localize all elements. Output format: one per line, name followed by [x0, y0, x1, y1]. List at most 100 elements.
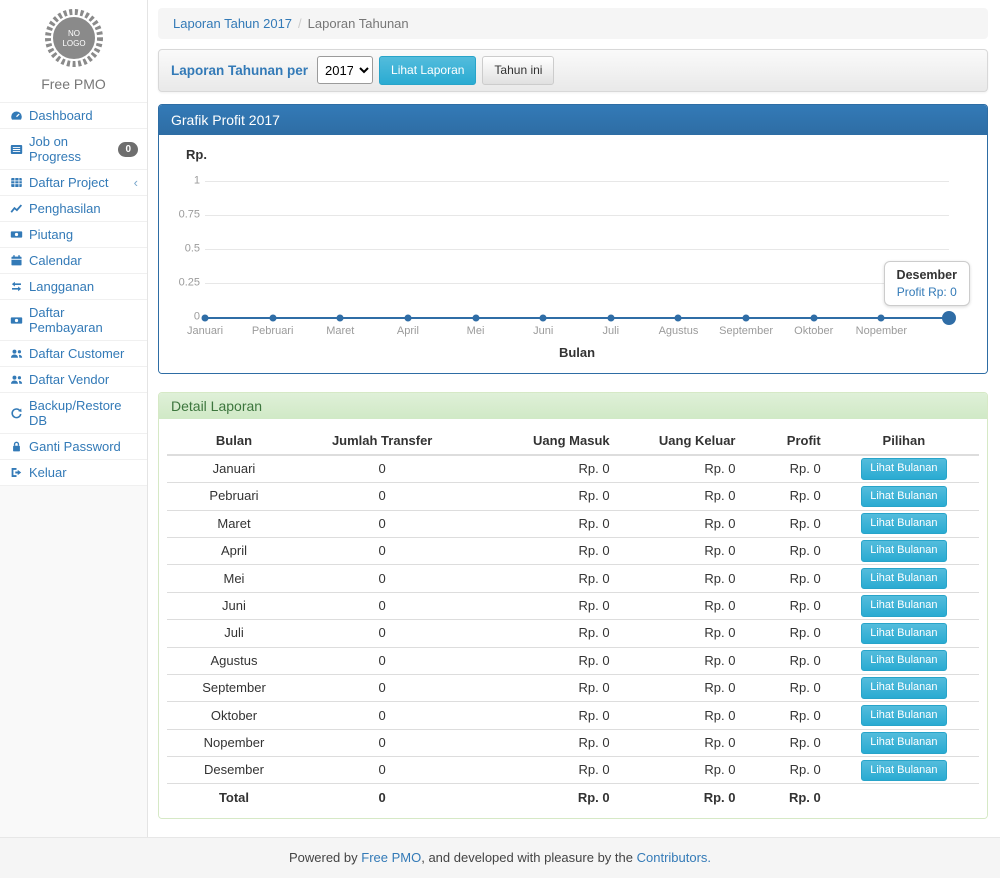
cell-uang-keluar: Rp. 0 [618, 510, 744, 537]
tahun-ini-button[interactable]: Tahun ini [482, 56, 554, 85]
page-footer: Powered by Free PMO, and developed with … [0, 837, 1000, 878]
sidebar-item-daftar-vendor[interactable]: Daftar Vendor [0, 367, 147, 393]
chart-tooltip: Desember Profit Rp: 0 [884, 261, 970, 306]
sidebar-item-langganan[interactable]: Langganan [0, 274, 147, 300]
chart-point-nopember[interactable] [878, 314, 885, 321]
tooltip-title: Desember [897, 268, 957, 282]
chart-point-mei[interactable] [472, 314, 479, 321]
footer-brand-link[interactable]: Free PMO [361, 850, 421, 865]
cell-profit: Rp. 0 [743, 483, 828, 510]
cell-jumlah-transfer: 0 [301, 510, 463, 537]
chart-point-pebruari[interactable] [269, 314, 276, 321]
lihat-bulanan-button[interactable]: Lihat Bulanan [861, 595, 946, 616]
cell-uang-masuk: Rp. 0 [463, 592, 617, 619]
table-row: Desember0Rp. 0Rp. 0Rp. 0Lihat Bulanan [167, 757, 979, 784]
sidebar-item-label: Daftar Vendor [29, 372, 109, 387]
chart-point-maret[interactable] [337, 314, 344, 321]
cell-uang-masuk: Rp. 0 [463, 674, 617, 701]
gridline [205, 215, 949, 216]
lihat-bulanan-button[interactable]: Lihat Bulanan [861, 568, 946, 589]
chart-body: Rp. 1 0.75 0.5 0.25 0 [159, 135, 987, 373]
cell-jumlah-transfer: 0 [301, 592, 463, 619]
report-filter-panel: Laporan Tahunan per 2017 Lihat Laporan T… [158, 49, 988, 92]
lihat-bulanan-button[interactable]: Lihat Bulanan [861, 458, 946, 479]
x-tick-label: Pebruari [252, 325, 294, 337]
breadcrumb-parent-link[interactable]: Laporan Tahun 2017 [173, 16, 292, 31]
cell-bulan: September [167, 674, 301, 701]
year-select[interactable]: 2017 [317, 56, 373, 84]
sidebar-item-backup-restore[interactable]: Backup/Restore DB [0, 393, 147, 434]
table-total-row: Total0Rp. 0Rp. 0Rp. 0 [167, 784, 979, 810]
page: NO LOGO Free PMO Dashboard Job on Progre… [0, 0, 1000, 837]
sidebar-item-label: Piutang [29, 227, 73, 242]
x-axis-labels: Januari Pebruari Maret April Mei Juni Ju… [205, 325, 949, 339]
cell-bulan: Januari [167, 455, 301, 483]
total-jumlah-transfer: 0 [301, 784, 463, 810]
calendar-icon [9, 254, 23, 268]
sidebar-item-dashboard[interactable]: Dashboard [0, 103, 147, 129]
col-header-jumlah-transfer: Jumlah Transfer [301, 427, 463, 455]
lihat-bulanan-button[interactable]: Lihat Bulanan [861, 486, 946, 507]
x-tick-label: Oktober [794, 325, 833, 337]
sidebar-item-job-on-progress[interactable]: Job on Progress 0 [0, 129, 147, 170]
sidebar-item-daftar-project[interactable]: Daftar Project ‹ [0, 170, 147, 196]
x-tick-label: Juli [603, 325, 620, 337]
cell-uang-masuk: Rp. 0 [463, 483, 617, 510]
lihat-bulanan-button[interactable]: Lihat Bulanan [861, 760, 946, 781]
chart-point-oktober[interactable] [810, 314, 817, 321]
y-axis-title: Rp. [186, 147, 207, 162]
table-row: Juni0Rp. 0Rp. 0Rp. 0Lihat Bulanan [167, 592, 979, 619]
profit-line-chart: Rp. 1 0.75 0.5 0.25 0 [174, 147, 972, 361]
chart-point-juni[interactable] [540, 314, 547, 321]
sidebar-item-piutang[interactable]: Piutang [0, 222, 147, 248]
sidebar-item-keluar[interactable]: Keluar [0, 460, 147, 486]
chart-point-agustus[interactable] [675, 314, 682, 321]
lihat-laporan-button[interactable]: Lihat Laporan [379, 56, 476, 85]
sidebar-item-daftar-pembayaran[interactable]: Daftar Pembayaran [0, 300, 147, 341]
cell-bulan: Desember [167, 757, 301, 784]
cell-jumlah-transfer: 0 [301, 620, 463, 647]
lihat-bulanan-button[interactable]: Lihat Bulanan [861, 677, 946, 698]
table-row: Agustus0Rp. 0Rp. 0Rp. 0Lihat Bulanan [167, 647, 979, 674]
main-content: Laporan Tahun 2017/Laporan Tahunan Lapor… [148, 0, 1000, 837]
sidebar-item-daftar-customer[interactable]: Daftar Customer [0, 341, 147, 367]
lihat-bulanan-button[interactable]: Lihat Bulanan [861, 513, 946, 534]
table-row: September0Rp. 0Rp. 0Rp. 0Lihat Bulanan [167, 674, 979, 701]
cell-uang-keluar: Rp. 0 [618, 702, 744, 729]
cell-profit: Rp. 0 [743, 647, 828, 674]
y-tick-label: 0.75 [174, 208, 200, 220]
gridline [205, 283, 949, 284]
col-header-profit: Profit [743, 427, 828, 455]
sidebar-item-label: Keluar [29, 465, 67, 480]
lihat-bulanan-button[interactable]: Lihat Bulanan [861, 540, 946, 561]
col-header-pilihan: Pilihan [829, 427, 979, 455]
chart-point-juli[interactable] [607, 314, 614, 321]
cell-jumlah-transfer: 0 [301, 455, 463, 483]
line-chart-icon [9, 202, 23, 216]
cell-uang-masuk: Rp. 0 [463, 510, 617, 537]
cell-bulan: Agustus [167, 647, 301, 674]
footer-text: , and developed with pleasure by the [421, 850, 633, 865]
cell-jumlah-transfer: 0 [301, 729, 463, 756]
chart-point-desember-hovered[interactable] [942, 311, 956, 325]
sidebar-item-calendar[interactable]: Calendar [0, 248, 147, 274]
lihat-bulanan-button[interactable]: Lihat Bulanan [861, 623, 946, 644]
chart-point-september[interactable] [743, 314, 750, 321]
table-row: Juli0Rp. 0Rp. 0Rp. 0Lihat Bulanan [167, 620, 979, 647]
footer-contributors-link[interactable]: Contributors. [637, 850, 711, 865]
lihat-bulanan-button[interactable]: Lihat Bulanan [861, 650, 946, 671]
users-icon [9, 347, 23, 361]
sidebar-item-ganti-password[interactable]: Ganti Password [0, 434, 147, 460]
cell-uang-masuk: Rp. 0 [463, 702, 617, 729]
y-tick-label: 1 [174, 174, 200, 186]
cell-uang-keluar: Rp. 0 [618, 565, 744, 592]
chart-point-januari[interactable] [202, 314, 209, 321]
lihat-bulanan-button[interactable]: Lihat Bulanan [861, 705, 946, 726]
cell-profit: Rp. 0 [743, 729, 828, 756]
detail-panel-body: Bulan Jumlah Transfer Uang Masuk Uang Ke… [159, 419, 987, 818]
chart-point-april[interactable] [404, 314, 411, 321]
gridline [205, 249, 949, 250]
lihat-bulanan-button[interactable]: Lihat Bulanan [861, 732, 946, 753]
total-uang-masuk: Rp. 0 [463, 784, 617, 810]
sidebar-item-penghasilan[interactable]: Penghasilan [0, 196, 147, 222]
